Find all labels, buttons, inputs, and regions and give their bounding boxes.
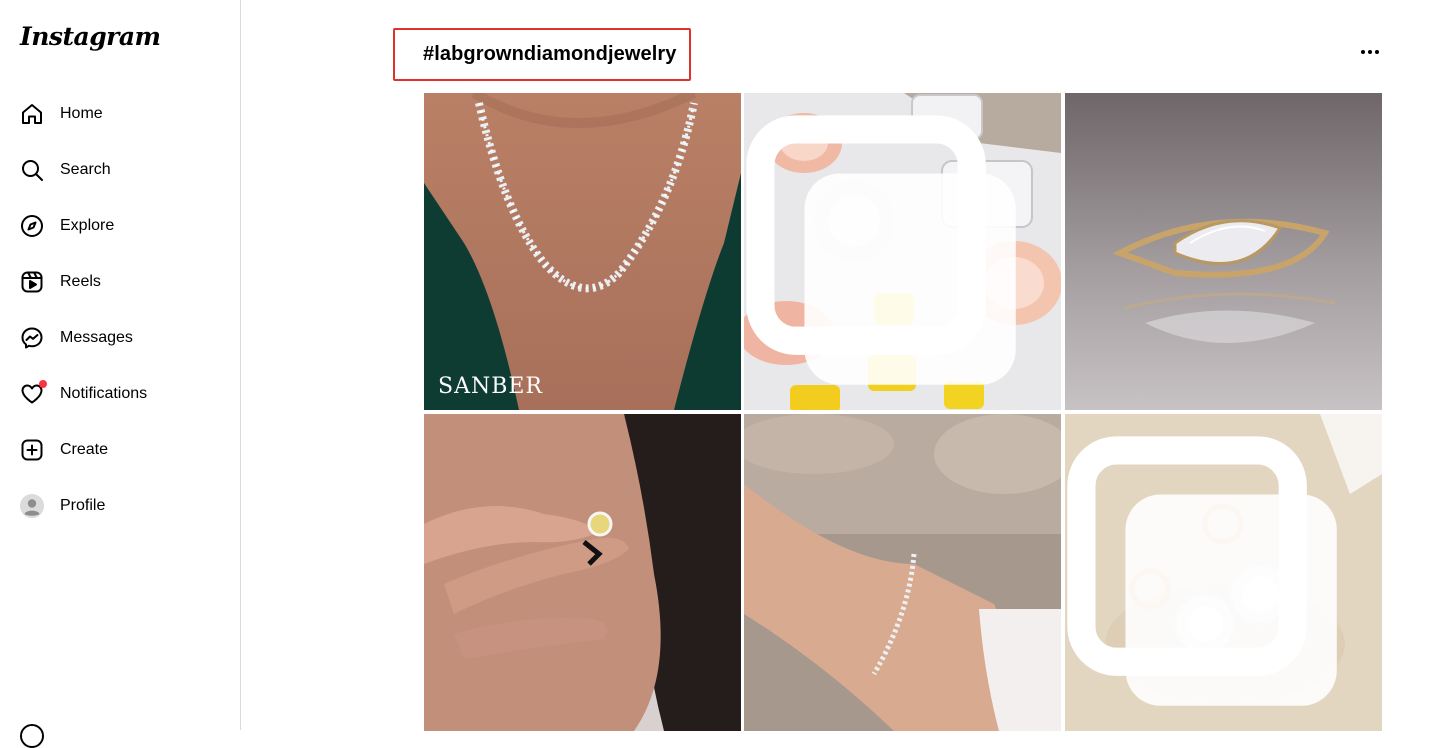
marquise-ring-image — [1065, 93, 1382, 410]
sidebar-item-label: Notifications — [60, 385, 148, 402]
instagram-logo[interactable]: Instagram — [20, 22, 161, 51]
dot-icon — [1375, 50, 1379, 54]
sidebar-item-explore[interactable]: Explore — [0, 198, 240, 254]
sidebar-nav: Home Search Explore Reels Messages Notif… — [0, 86, 240, 534]
search-icon — [20, 158, 44, 182]
flower-ring-image — [424, 414, 741, 731]
more-options-button[interactable] — [1356, 40, 1384, 64]
reels-icon — [20, 270, 44, 294]
post-tile-flower-ring[interactable] — [424, 414, 741, 731]
sidebar-item-label: Search — [60, 161, 111, 178]
post-tile-necklace[interactable]: SANBER — [424, 93, 741, 410]
necklace-image: SANBER — [424, 93, 741, 410]
post-tile-loose-diamonds[interactable] — [744, 93, 1061, 410]
avatar-icon — [20, 494, 44, 518]
sidebar-item-create[interactable]: Create — [0, 422, 240, 478]
post-tile-tennis-bracelet[interactable] — [744, 414, 1061, 731]
sidebar-item-label: Create — [60, 441, 109, 458]
dot-icon — [1368, 50, 1372, 54]
compass-icon — [20, 214, 44, 238]
post-tile-hoop-earrings[interactable] — [1065, 414, 1382, 731]
heart-icon — [20, 380, 47, 406]
sidebar-item-label: Reels — [60, 273, 101, 290]
sidebar-item-reels[interactable]: Reels — [0, 254, 240, 310]
hashtag-header: #labgrowndiamondjewelry — [393, 28, 691, 81]
dot-icon — [1361, 50, 1365, 54]
post-tile-marquise-ring[interactable] — [1065, 93, 1382, 410]
tennis-bracelet-image — [744, 414, 1061, 731]
sidebar: Instagram Home Search Explore Reels Mess… — [0, 0, 241, 748]
sidebar-item-label: Explore — [60, 217, 115, 234]
page-title: #labgrowndiamondjewelry — [423, 43, 677, 65]
notification-badge — [39, 380, 47, 388]
carousel-icon — [746, 115, 1016, 385]
watermark-text: SANBER — [438, 374, 543, 399]
sidebar-item-messages[interactable]: Messages — [0, 310, 240, 366]
home-icon — [20, 102, 44, 126]
plus-square-icon — [20, 438, 44, 462]
sidebar-item-search[interactable]: Search — [0, 142, 240, 198]
more-menu-icon[interactable] — [20, 724, 44, 748]
sidebar-item-notifications[interactable]: Notifications — [0, 366, 240, 422]
sidebar-item-label: Profile — [60, 497, 106, 514]
sidebar-item-label: Home — [60, 105, 103, 122]
messenger-icon — [20, 326, 44, 350]
sidebar-item-label: Messages — [60, 329, 133, 346]
sidebar-item-home[interactable]: Home — [0, 86, 240, 142]
sidebar-item-profile[interactable]: Profile — [0, 478, 240, 534]
carousel-icon — [1067, 436, 1337, 706]
